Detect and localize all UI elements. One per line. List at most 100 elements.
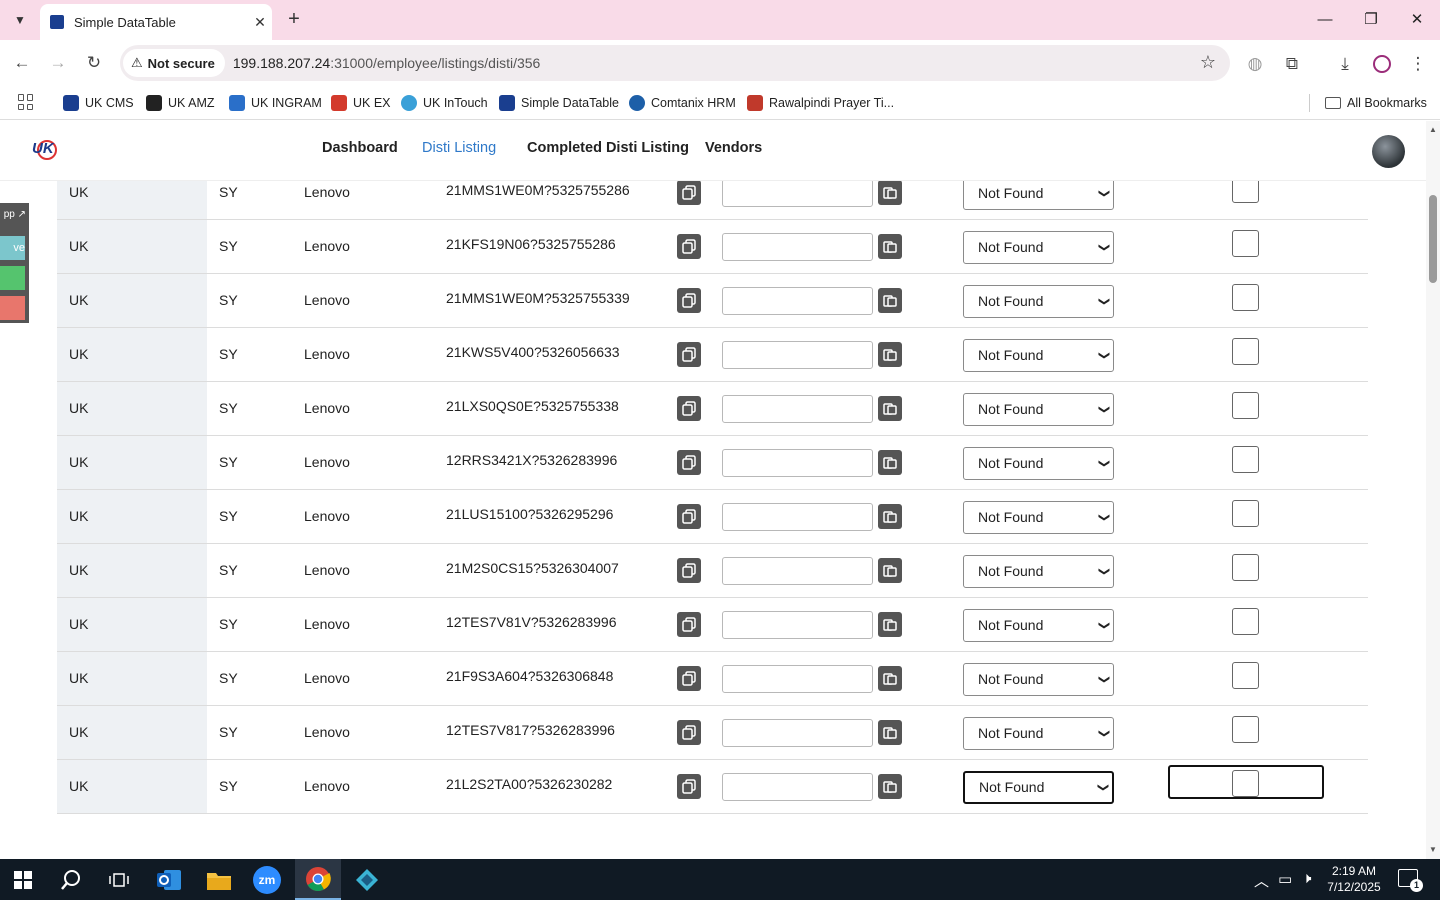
side-widget-block-green[interactable] [0,266,25,290]
side-widget-block-red[interactable] [0,296,25,320]
row-checkbox[interactable] [1232,500,1259,527]
row-checkbox[interactable] [1232,284,1259,311]
copy-sku-button[interactable] [677,396,701,421]
status-select[interactable]: Not Found ❯ [963,285,1114,318]
browser-tab[interactable]: Simple DataTable ✕ [40,4,272,40]
copy-sku-button[interactable] [677,612,701,637]
link-input[interactable] [722,341,873,369]
link-input[interactable] [722,179,873,207]
pinned-app[interactable] [344,859,390,900]
row-checkbox[interactable] [1232,338,1259,365]
nav-vendors[interactable]: Vendors [705,140,762,156]
paste-button[interactable] [878,234,902,259]
page-scrollbar[interactable]: ▲ ▼ [1426,121,1440,859]
close-window-button[interactable]: ✕ [1394,6,1440,34]
status-select[interactable]: Not Found ❯ [963,771,1114,804]
copy-sku-button[interactable] [677,234,701,259]
paste-button[interactable] [878,612,902,637]
copy-sku-button[interactable] [677,774,701,799]
side-widget-block-approve[interactable]: ve [0,236,25,260]
side-widget[interactable]: pp ↗ ve [0,203,29,323]
scroll-down-icon[interactable]: ▼ [1428,845,1438,854]
status-select[interactable]: Not Found ❯ [963,717,1114,750]
new-tab-button[interactable]: + [282,8,306,32]
status-select[interactable]: Not Found ❯ [963,663,1114,696]
status-select[interactable]: Not Found ❯ [963,609,1114,642]
paste-button[interactable] [878,558,902,583]
status-select[interactable]: Not Found ❯ [963,393,1114,426]
row-checkbox[interactable] [1232,392,1259,419]
paste-button[interactable] [878,774,902,799]
chrome-app[interactable] [295,859,341,900]
extensions-icon[interactable]: ⧉ [1280,52,1304,76]
paste-button[interactable] [878,288,902,313]
scrollbar-thumb[interactable] [1429,195,1437,283]
nav-disti-listing[interactable]: Disti Listing [422,140,496,156]
network-icon[interactable]: ▭ [1278,870,1292,888]
minimize-button[interactable]: — [1302,6,1348,34]
copy-sku-button[interactable] [677,558,701,583]
zoom-app[interactable]: zm [244,859,290,900]
bookmark-uk-ingram[interactable]: UK INGRAM [229,92,322,114]
paste-button[interactable] [878,666,902,691]
status-select[interactable]: Not Found ❯ [963,231,1114,264]
bookmark-uk-amz[interactable]: UK AMZ [146,92,215,114]
taskbar-clock[interactable]: 2:19 AM 7/12/2025 [1318,863,1390,895]
copy-sku-button[interactable] [677,180,701,205]
row-checkbox[interactable] [1232,230,1259,257]
address-bar[interactable]: ⚠ Not secure 199.188.207.24:31000/employ… [120,45,1230,81]
profile-icon[interactable] [1370,52,1394,76]
translate-icon[interactable]: ◍ [1243,52,1267,76]
bookmark-star-icon[interactable]: ☆ [1200,52,1216,73]
row-checkbox[interactable] [1232,770,1259,797]
nav-dashboard[interactable]: Dashboard [322,140,398,156]
copy-sku-button[interactable] [677,504,701,529]
user-avatar[interactable] [1372,135,1405,168]
tab-search-button[interactable]: ▼ [6,7,34,33]
link-input[interactable] [722,233,873,261]
copy-sku-button[interactable] [677,450,701,475]
browser-menu-icon[interactable]: ⋮ [1406,52,1430,76]
paste-button[interactable] [878,396,902,421]
copy-sku-button[interactable] [677,666,701,691]
status-select[interactable]: Not Found ❯ [963,555,1114,588]
link-input[interactable] [722,503,873,531]
paste-button[interactable] [878,504,902,529]
paste-button[interactable] [878,342,902,367]
row-checkbox[interactable] [1232,608,1259,635]
notification-icon[interactable]: 1 [1398,869,1423,892]
uk-logo[interactable]: UK [30,138,58,164]
file-explorer-app[interactable] [196,859,242,900]
security-chip[interactable]: ⚠ Not secure [123,49,225,77]
copy-sku-button[interactable] [677,288,701,313]
restore-button[interactable]: ❐ [1348,6,1394,34]
link-input[interactable] [722,773,873,801]
status-select[interactable]: Not Found ❯ [963,447,1114,480]
row-checkbox[interactable] [1232,554,1259,581]
scroll-up-icon[interactable]: ▲ [1428,125,1438,134]
task-view-button[interactable] [96,859,142,900]
link-input[interactable] [722,395,873,423]
volume-icon[interactable]: 🕨 [1302,870,1311,887]
bookmark-simple-datatable[interactable]: Simple DataTable [499,92,619,114]
copy-sku-button[interactable] [677,720,701,745]
row-checkbox[interactable] [1232,716,1259,743]
paste-button[interactable] [878,720,902,745]
status-select[interactable]: Not Found ❯ [963,501,1114,534]
bookmark-rawalpindi-prayer[interactable]: Rawalpindi Prayer Ti... [747,92,894,114]
link-input[interactable] [722,611,873,639]
nav-completed-disti-listing[interactable]: Completed Disti Listing [527,140,689,156]
bookmark-uk-intouch[interactable]: UK InTouch [401,92,488,114]
link-input[interactable] [722,719,873,747]
bookmark-uk-ex[interactable]: UK EX [331,92,391,114]
copy-sku-button[interactable] [677,342,701,367]
row-checkbox[interactable] [1232,662,1259,689]
bookmark-uk-cms[interactable]: UK CMS [63,92,134,114]
link-input[interactable] [722,665,873,693]
forward-button[interactable]: → [45,50,71,76]
outlook-app[interactable] [146,859,192,900]
paste-button[interactable] [878,180,902,205]
start-button[interactable] [0,859,46,900]
reload-button[interactable]: ↻ [81,50,107,76]
row-checkbox[interactable] [1232,446,1259,473]
